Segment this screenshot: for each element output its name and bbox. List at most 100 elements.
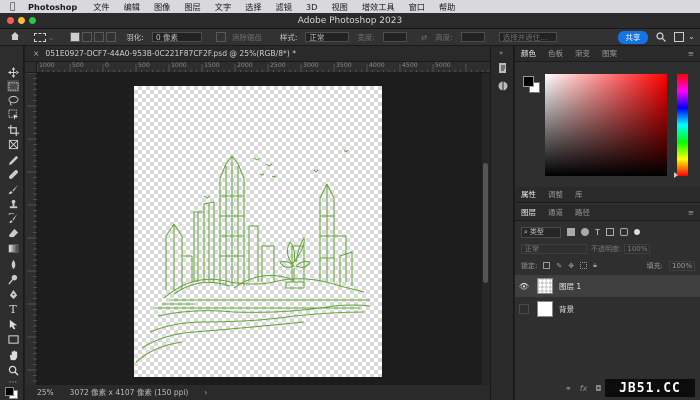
menu-3d[interactable]: 3D	[306, 2, 318, 12]
width-input[interactable]	[382, 32, 407, 42]
filter-shape-icon[interactable]	[605, 228, 614, 236]
menu-image[interactable]: 图像	[154, 1, 170, 13]
document-tab[interactable]: × 051E0927-DCF7-44A0-953B-0C221F87CF2F.p…	[25, 46, 490, 62]
tab-gradients[interactable]: 渐变	[575, 48, 590, 59]
frame-tool-icon[interactable]	[7, 138, 19, 150]
document-canvas[interactable]	[134, 86, 382, 377]
apple-icon[interactable]: 	[10, 2, 22, 12]
hue-slider-handle[interactable]	[674, 172, 678, 178]
tab-layers[interactable]: 图层	[521, 207, 536, 218]
mask-icon[interactable]: ◘	[595, 384, 601, 393]
adjust-panel-icon[interactable]	[497, 80, 509, 92]
share-button[interactable]: 共享	[618, 31, 648, 44]
close-tab-icon[interactable]: ×	[33, 49, 39, 58]
marquee-tool-icon[interactable]	[7, 80, 19, 92]
menu-plugins[interactable]: 增效工具	[362, 1, 395, 13]
document-size-info[interactable]: 3072 像素 x 4107 像素 (150 ppi)	[70, 387, 189, 398]
menu-type[interactable]: 文字	[215, 1, 231, 13]
menu-layer[interactable]: 图层	[184, 1, 200, 13]
layer-filter-select[interactable]: ⌕ 类型	[521, 226, 561, 238]
select-and-mask-button[interactable]: 选择并遮住...	[498, 32, 557, 42]
color-picker-field[interactable]	[545, 74, 667, 176]
blur-tool-icon[interactable]	[7, 258, 19, 270]
status-chevron-icon[interactable]: ›	[204, 388, 207, 397]
swap-icon[interactable]: ⇄	[421, 33, 427, 42]
filter-pixel-icon[interactable]	[567, 228, 575, 236]
clone-stamp-tool-icon[interactable]	[7, 198, 19, 210]
tab-paths[interactable]: 路径	[575, 207, 590, 218]
close-window-button[interactable]	[7, 17, 14, 24]
eye-icon[interactable]: 👁︎	[515, 282, 533, 291]
hand-tool-icon[interactable]	[7, 349, 19, 361]
antialias-checkbox[interactable]	[215, 32, 226, 42]
tab-channels[interactable]: 通道	[548, 207, 563, 218]
vertical-ruler[interactable]	[25, 72, 37, 385]
history-panel-icon[interactable]	[497, 62, 509, 74]
vertical-scrollbar[interactable]	[482, 73, 490, 385]
type-tool-icon[interactable]: T	[7, 303, 19, 316]
menu-help[interactable]: 帮助	[439, 1, 455, 13]
tab-swatches[interactable]: 色板	[548, 48, 563, 59]
eraser-tool-icon[interactable]	[7, 227, 19, 239]
blend-mode-select[interactable]: 正常	[521, 243, 587, 254]
move-tool-icon[interactable]	[7, 66, 19, 78]
zoom-tool-icon[interactable]	[7, 364, 19, 376]
lock-position-icon[interactable]: ✥	[568, 262, 574, 270]
lock-all-icon[interactable]: 🔒︎	[593, 261, 597, 270]
path-select-tool-icon[interactable]	[7, 318, 19, 330]
fx-icon[interactable]: fx	[580, 384, 588, 393]
color-swatches[interactable]	[5, 387, 21, 399]
eyedropper-tool-icon[interactable]	[7, 154, 19, 166]
brush-tool-icon[interactable]	[7, 183, 19, 195]
hue-slider[interactable]	[677, 74, 688, 176]
lock-paint-icon[interactable]: ✎	[556, 262, 562, 270]
menu-select[interactable]: 选择	[245, 1, 261, 13]
height-input[interactable]	[460, 32, 485, 42]
layer-row[interactable]: 👁︎ 图层 1	[515, 275, 700, 297]
layer-name[interactable]: 背景	[559, 304, 574, 315]
filter-adjust-icon[interactable]	[581, 228, 589, 236]
style-select[interactable]: 正常	[305, 32, 350, 42]
filter-smart-icon[interactable]	[619, 228, 628, 236]
menu-edit[interactable]: 编辑	[124, 1, 140, 13]
opacity-input[interactable]: 100%	[624, 243, 651, 254]
tab-color[interactable]: 颜色	[521, 48, 536, 59]
rectangle-tool-icon[interactable]	[7, 333, 19, 345]
new-selection-icon[interactable]	[70, 32, 81, 42]
layer-row[interactable]: 背景	[515, 298, 700, 320]
link-layers-icon[interactable]: ⚭	[565, 384, 572, 393]
layers-menu-icon[interactable]: ≡	[688, 208, 694, 217]
app-menu[interactable]: Photoshop	[28, 2, 77, 12]
home-icon[interactable]	[10, 31, 20, 43]
history-brush-tool-icon[interactable]	[7, 212, 19, 224]
lock-artboard-icon[interactable]	[580, 262, 588, 269]
subtract-selection-icon[interactable]	[94, 32, 105, 42]
tab-adjustments[interactable]: 调整	[548, 189, 563, 200]
workspace-icon[interactable]	[674, 32, 684, 42]
add-selection-icon[interactable]	[82, 32, 93, 42]
menu-filter[interactable]: 滤镜	[276, 1, 292, 13]
tab-libraries[interactable]: 库	[575, 189, 583, 200]
marquee-preset-icon[interactable]	[34, 32, 46, 42]
zoom-level[interactable]: 25%	[37, 388, 54, 397]
healing-brush-tool-icon[interactable]	[7, 168, 19, 180]
tab-properties[interactable]: 属性	[521, 189, 536, 200]
tab-patterns[interactable]: 图案	[602, 48, 617, 59]
menu-file[interactable]: 文件	[93, 1, 109, 13]
layer-name[interactable]: 图层 1	[559, 281, 581, 292]
chevron-down-icon[interactable]: ⌄	[688, 32, 695, 41]
dodge-tool-icon[interactable]	[7, 273, 19, 285]
horizontal-ruler[interactable]: 1000 500 0 500 1000 1500 2000 2500 3000 3500 4000 4…	[37, 62, 490, 73]
object-select-tool-icon[interactable]	[7, 108, 19, 120]
lasso-tool-icon[interactable]	[7, 94, 19, 106]
gradient-tool-icon[interactable]	[7, 242, 19, 254]
zoom-window-button[interactable]	[29, 17, 36, 24]
pen-tool-icon[interactable]	[7, 288, 19, 300]
scroll-thumb[interactable]	[483, 163, 488, 283]
intersect-selection-icon[interactable]	[106, 32, 117, 42]
lock-pixels-icon[interactable]	[543, 262, 551, 269]
foreground-background-swatch[interactable]	[523, 76, 541, 94]
fill-input[interactable]: 100%	[669, 260, 695, 271]
menu-view[interactable]: 视图	[331, 1, 347, 13]
visibility-toggle[interactable]	[519, 304, 529, 314]
